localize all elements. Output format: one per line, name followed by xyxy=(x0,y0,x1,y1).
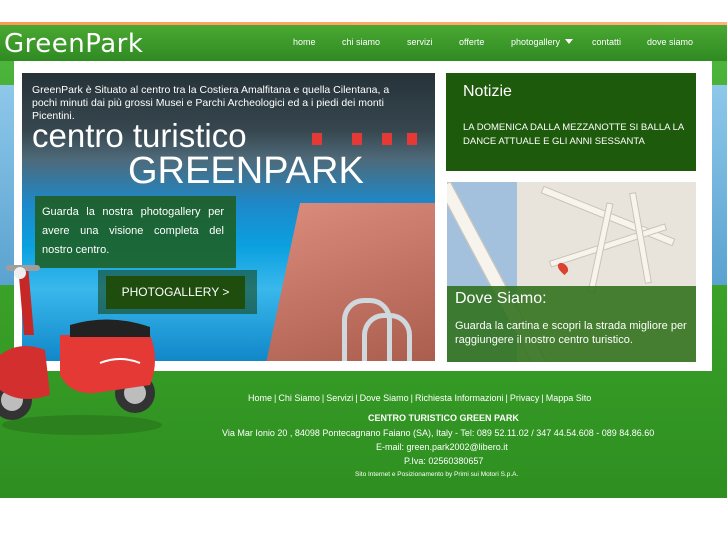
footer-separator: | xyxy=(274,393,277,403)
map-road xyxy=(548,223,668,268)
footer-company-name: CENTRO TURISTICO GREEN PARK xyxy=(368,413,519,423)
footer-link-privacy[interactable]: Privacy xyxy=(510,393,540,403)
location-title: Dove Siamo: xyxy=(455,290,547,307)
nav-offerte[interactable]: offerte xyxy=(459,37,484,47)
nav-photogallery[interactable]: photogallery xyxy=(511,37,574,47)
umbrella-shape xyxy=(352,133,362,145)
pool-ladder-rail xyxy=(362,313,412,361)
map-pin-icon[interactable] xyxy=(555,260,571,276)
nav-photogallery-label: photogallery xyxy=(511,37,561,47)
footer-link-servizi[interactable]: Servizi xyxy=(326,393,353,403)
news-text: LA DOMENICA DALLA MEZZANOTTE SI BALLA LA… xyxy=(463,122,684,147)
footer-vat-number: P.Iva: 02560380657 xyxy=(404,456,484,466)
footer-link-mappa-sito[interactable]: Mappa Sito xyxy=(546,393,592,403)
nav-contatti[interactable]: contatti xyxy=(592,37,621,47)
footer-link-richiesta-informazioni[interactable]: Richiesta Informazioni xyxy=(415,393,504,403)
umbrella-shape xyxy=(312,133,322,145)
footer-link-home[interactable]: Home xyxy=(248,393,272,403)
nav-servizi[interactable]: servizi xyxy=(407,37,433,47)
site-logo[interactable]: GreenPark xyxy=(4,29,143,59)
footer-link-chi-siamo[interactable]: Chi Siamo xyxy=(278,393,320,403)
footer-nav: Home | Chi Siamo | Servizi | Dove Siamo | Richie… xyxy=(248,393,591,403)
footer-separator: | xyxy=(541,393,544,403)
footer-link-dove-siamo[interactable]: Dove Siamo xyxy=(360,393,409,403)
footer-separator: | xyxy=(505,393,508,403)
background-sky-right xyxy=(712,85,727,285)
footer-address: Via Mar Ionio 20 , 84098 Pontecagnano Fa… xyxy=(222,428,655,438)
footer-email[interactable]: E-mail: green.park2002@libero.it xyxy=(376,442,508,452)
news-title: Notizie xyxy=(463,83,512,100)
footer-separator: | xyxy=(410,393,413,403)
location-text: Guarda la cartina e scopri la strada mig… xyxy=(455,320,687,346)
nav-chi-siamo[interactable]: chi siamo xyxy=(342,37,380,47)
chevron-down-icon xyxy=(565,39,574,44)
umbrella-shape xyxy=(382,133,392,145)
footer-separator: | xyxy=(321,393,325,403)
photogallery-callout-text: Guarda la nostra photogallery per avere … xyxy=(42,206,224,256)
footer-credits[interactable]: Sito Internet e Posizionamento by Primi … xyxy=(355,471,518,478)
umbrella-shape xyxy=(407,133,417,145)
footer-separator: | xyxy=(355,393,358,403)
hero-title-line2: GREENPARK xyxy=(128,150,364,192)
nav-dove-siamo[interactable]: dove siamo xyxy=(647,37,693,47)
nav-home[interactable]: home xyxy=(293,37,316,47)
scooter-image xyxy=(0,265,162,435)
